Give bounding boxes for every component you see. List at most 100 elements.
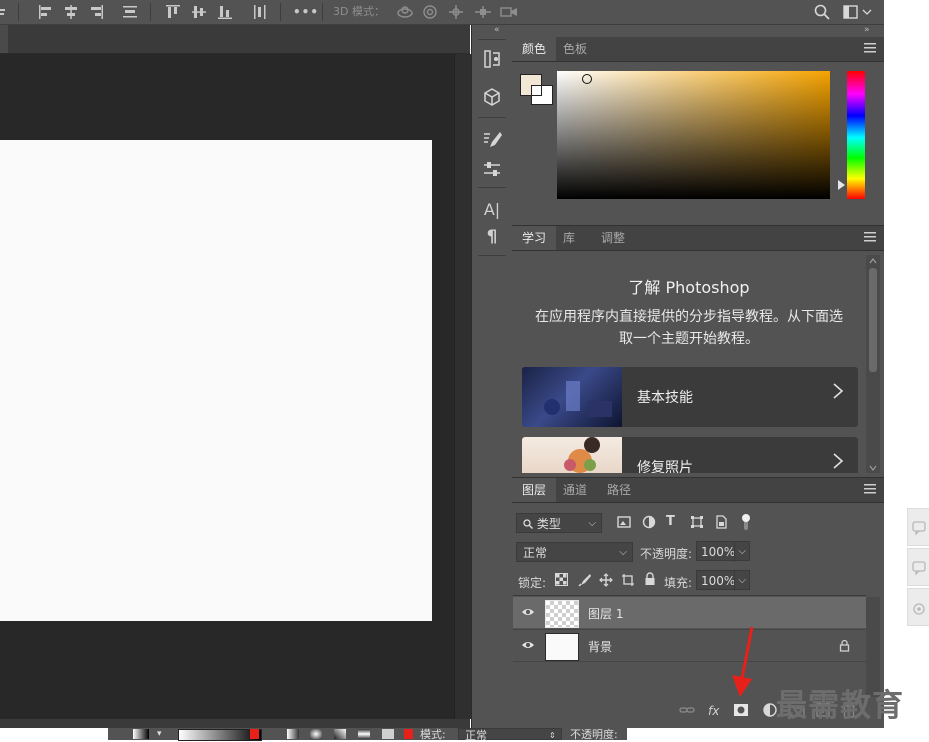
pan-3d-icon[interactable] <box>448 4 464 20</box>
learn-card-label: 基本技能 <box>637 390 693 406</box>
tab-libraries[interactable]: 库 <box>553 226 585 250</box>
align-left-edge-icon[interactable] <box>0 4 6 20</box>
color-picker-cursor[interactable] <box>582 74 592 84</box>
chevron-down-icon[interactable]: ⌵ <box>734 542 746 562</box>
layer-style-fx-button[interactable]: fx <box>708 702 719 720</box>
adjustment-layer-filter-icon[interactable] <box>642 515 656 532</box>
lock-label: 锁定: <box>518 576 547 590</box>
eye-visibility-icon[interactable] <box>521 605 535 619</box>
align-center-icon[interactable] <box>63 4 79 20</box>
lock-position-icon[interactable] <box>599 573 613 590</box>
lock-all-icon[interactable] <box>644 572 656 589</box>
gradient-swatch[interactable] <box>133 729 149 739</box>
smart-object-filter-icon[interactable] <box>714 515 728 532</box>
document-tab[interactable] <box>0 25 8 53</box>
search-icon <box>523 517 537 531</box>
angle-gradient-icon[interactable] <box>334 729 346 739</box>
panel-menu-icon[interactable] <box>864 43 876 55</box>
layer-name: 背景 <box>588 640 613 654</box>
color-panel-tabs: 颜色 色板 <box>512 37 884 62</box>
shape-layer-filter-icon[interactable] <box>690 515 704 532</box>
panel-menu-icon[interactable] <box>864 484 876 496</box>
filter-toggle-icon[interactable] <box>741 513 751 534</box>
panel-menu-icon[interactable] <box>864 232 876 244</box>
diamond-gradient-icon[interactable] <box>382 729 394 739</box>
workspace-icon[interactable] <box>843 4 873 20</box>
scroll-down-icon[interactable] <box>869 460 877 474</box>
history-icon[interactable] <box>481 48 503 70</box>
learn-card-basic-skills[interactable]: 基本技能 <box>522 367 858 427</box>
hue-slider[interactable] <box>847 71 865 199</box>
blank-area <box>627 728 660 740</box>
align-left-icon[interactable] <box>38 4 54 20</box>
hue-slider-pointer-icon[interactable] <box>838 180 845 190</box>
properties-sliders-icon[interactable] <box>481 158 503 180</box>
camera-3d-icon[interactable] <box>500 4 518 20</box>
canvas-scrollbar[interactable] <box>454 54 471 719</box>
lock-transparent-pixels-icon[interactable] <box>555 573 568 589</box>
opacity-label: 不透明度: <box>640 547 693 561</box>
roll-3d-icon[interactable] <box>422 4 438 20</box>
align-top-icon[interactable] <box>165 4 181 20</box>
layers-divider <box>513 595 866 596</box>
comment-icon[interactable] <box>907 548 929 586</box>
layer-row[interactable]: 图层 1 <box>513 597 866 628</box>
scroll-up-icon[interactable] <box>869 257 877 266</box>
fill-field[interactable]: 100% ⌵ <box>696 570 750 591</box>
align-middle-icon[interactable] <box>191 4 207 20</box>
blank-area <box>0 728 108 740</box>
chevron-down-icon: ⌵ <box>588 518 596 529</box>
chevron-right-icon <box>832 451 844 473</box>
tab-color[interactable]: 颜色 <box>512 37 557 61</box>
align-right-icon[interactable] <box>88 4 104 20</box>
tab-learn[interactable]: 学习 <box>512 226 557 250</box>
mode-select[interactable]: 正常 ⇕ <box>458 728 562 741</box>
distribute-icon[interactable] <box>122 4 138 20</box>
learn-card-photo-repair[interactable]: 修复照片 <box>522 437 858 473</box>
chevron-down-icon[interactable]: ▾ <box>157 729 162 739</box>
align-bottom-icon[interactable] <box>217 4 233 20</box>
collapsed-panel-dock: « A| ¶ <box>471 25 513 728</box>
eye-visibility-icon[interactable] <box>521 638 535 652</box>
feedback-icon[interactable] <box>907 508 929 546</box>
color-spectrum-field[interactable] <box>557 71 830 199</box>
distribute-vertical-icon[interactable] <box>252 4 268 20</box>
pixel-layer-filter-icon[interactable] <box>617 515 631 532</box>
chevron-down-icon[interactable]: ⌵ <box>734 571 746 591</box>
add-mask-icon[interactable] <box>733 702 749 720</box>
orbit-3d-icon[interactable] <box>396 4 414 20</box>
more-icon[interactable]: ••• <box>293 4 319 20</box>
link-layers-icon[interactable] <box>679 702 695 720</box>
tab-swatches[interactable]: 色板 <box>553 37 597 61</box>
tab-layers[interactable]: 图层 <box>512 478 557 502</box>
slide-3d-icon[interactable] <box>474 4 492 20</box>
collapse-arrows-icon[interactable]: « <box>494 25 500 35</box>
brush-presets-icon[interactable] <box>481 129 503 151</box>
reflected-gradient-icon[interactable] <box>358 729 370 739</box>
options-bar: ••• 3D 模式： <box>0 0 884 25</box>
tab-channels[interactable]: 通道 <box>553 478 597 502</box>
character-icon[interactable]: A| <box>481 199 503 221</box>
lock-image-pixels-icon[interactable] <box>577 573 591 590</box>
blend-mode-select[interactable]: 正常 ⌵ <box>516 542 633 562</box>
share-icon[interactable] <box>907 588 929 626</box>
photo-repair-thumbnail <box>522 437 622 473</box>
collapse-arrows-icon[interactable]: » <box>864 25 870 35</box>
layer-row[interactable]: 背景 <box>513 629 866 662</box>
type-layer-filter-icon[interactable]: T <box>666 514 675 529</box>
paragraph-icon[interactable]: ¶ <box>481 226 503 248</box>
document-canvas[interactable] <box>0 140 432 621</box>
linear-gradient-icon[interactable] <box>287 729 299 739</box>
tab-paths[interactable]: 路径 <box>597 478 641 502</box>
layer-filter-select[interactable]: 类型 ⌵ <box>516 513 602 533</box>
3d-cube-icon[interactable] <box>481 86 503 108</box>
lock-artboard-icon[interactable] <box>621 573 635 590</box>
opacity-field[interactable]: 100% ⌵ <box>696 541 750 562</box>
opacity-label: 不透明度: <box>570 728 618 741</box>
chevron-right-icon <box>832 381 844 406</box>
search-icon[interactable] <box>814 4 830 20</box>
lock-icon <box>839 639 850 655</box>
radial-gradient-icon[interactable] <box>310 729 322 739</box>
tab-adjustments[interactable]: 调整 <box>591 226 635 250</box>
learn-scrollbar-thumb[interactable] <box>869 268 877 372</box>
